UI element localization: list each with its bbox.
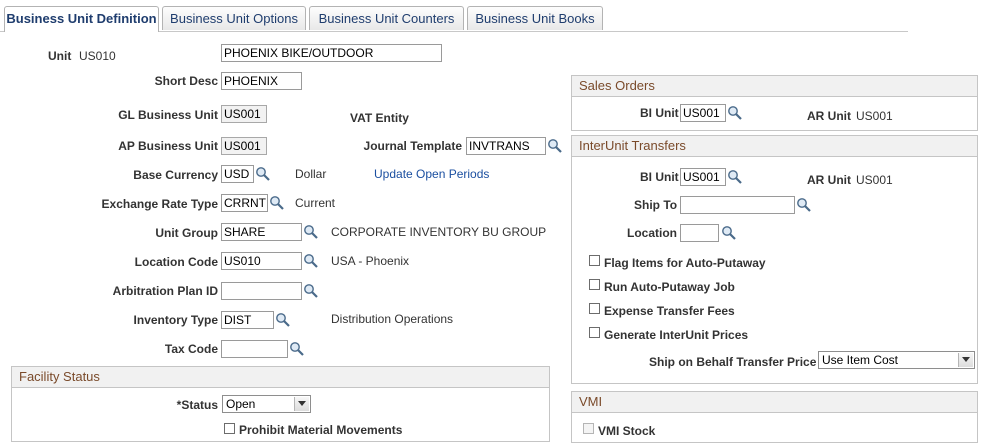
vmi-stock-checkbox[interactable] <box>583 423 594 434</box>
inventory-type-field[interactable]: DIST <box>221 311 274 329</box>
interunit-bi-unit-lookup-icon[interactable] <box>727 169 743 185</box>
prohibit-material-movements-checkbox[interactable] <box>224 423 235 434</box>
tab-business-unit-counters[interactable]: Business Unit Counters <box>309 6 464 30</box>
arbitration-plan-lookup-icon[interactable] <box>303 283 319 299</box>
base-currency-label: Base Currency <box>133 168 218 182</box>
exchange-rate-type-field[interactable]: CRRNT <box>221 194 268 212</box>
journal-template-label: Journal Template <box>363 139 462 153</box>
interunit-bi-unit-field[interactable]: US001 <box>680 168 726 186</box>
run-auto-putaway-job-checkbox[interactable] <box>589 279 600 290</box>
inventory-type-description: Distribution Operations <box>331 312 454 326</box>
flag-items-auto-putaway-checkbox[interactable] <box>589 255 600 266</box>
vmi-stock-label: VMI Stock <box>598 424 656 438</box>
ap-business-unit-label: AP Business Unit <box>118 139 218 153</box>
unit-group-description: CORPORATE INVENTORY BU GROUP <box>331 225 547 239</box>
gl-business-unit-label: GL Business Unit <box>118 108 218 122</box>
unit-value: US010 <box>79 49 116 63</box>
base-currency-field[interactable]: USD <box>221 165 254 183</box>
unit-label: Unit <box>48 49 72 63</box>
ship-behalf-transfer-price-value: Use Item Cost <box>822 353 899 367</box>
flag-items-auto-putaway-label: Flag Items for Auto-Putaway <box>604 256 766 270</box>
vmi-title: VMI <box>572 392 977 413</box>
sales-bi-unit-label: BI Unit <box>640 106 679 120</box>
interunit-transfers-title: InterUnit Transfers <box>572 136 977 157</box>
sales-orders-title: Sales Orders <box>572 76 977 97</box>
location-field[interactable] <box>680 224 719 242</box>
unit-group-label: Unit Group <box>155 226 218 240</box>
sales-bi-unit-lookup-icon[interactable] <box>727 105 743 121</box>
location-code-description: USA - Phoenix <box>331 254 410 268</box>
journal-template-lookup-icon[interactable] <box>547 138 563 154</box>
tax-code-field[interactable] <box>221 340 288 358</box>
inventory-type-lookup-icon[interactable] <box>275 312 291 328</box>
inventory-type-label: Inventory Type <box>133 313 218 327</box>
arbitration-plan-field[interactable] <box>221 282 302 300</box>
unit-description-field[interactable]: PHOENIX BIKE/OUTDOOR <box>221 44 442 62</box>
short-desc-field[interactable]: PHOENIX <box>221 72 302 90</box>
interunit-bi-unit-label: BI Unit <box>640 170 679 184</box>
facility-status-title: Facility Status <box>12 367 549 388</box>
base-currency-description: Dollar <box>295 167 327 181</box>
arbitration-plan-label: Arbitration Plan ID <box>112 284 218 298</box>
journal-template-field[interactable]: INVTRANS <box>466 137 546 155</box>
chevron-down-icon <box>294 397 309 411</box>
sales-ar-unit-value: US001 <box>856 109 893 123</box>
base-currency-lookup-icon[interactable] <box>255 166 271 182</box>
exchange-rate-type-lookup-icon[interactable] <box>269 195 285 211</box>
gl-business-unit-field: US001 <box>221 105 267 123</box>
location-code-label: Location Code <box>134 255 218 269</box>
ship-to-field[interactable] <box>680 196 795 214</box>
status-label: *Status <box>176 398 218 412</box>
vat-entity-label: VAT Entity <box>350 111 409 125</box>
run-auto-putaway-job-label: Run Auto-Putaway Job <box>604 280 735 294</box>
short-desc-label: Short Desc <box>154 74 218 88</box>
location-code-field[interactable]: US010 <box>221 252 302 270</box>
exchange-rate-type-description: Current <box>295 196 336 210</box>
ship-to-label: Ship To <box>634 198 678 212</box>
tab-business-unit-options[interactable]: Business Unit Options <box>162 6 306 30</box>
exchange-rate-type-label: Exchange Rate Type <box>101 197 218 211</box>
tax-code-label: Tax Code <box>164 342 218 356</box>
ship-to-lookup-icon[interactable] <box>796 197 812 213</box>
status-select[interactable]: Open <box>222 395 311 413</box>
expense-transfer-fees-label: Expense Transfer Fees <box>604 304 735 318</box>
unit-group-lookup-icon[interactable] <box>303 224 319 240</box>
generate-interunit-prices-checkbox[interactable] <box>589 327 600 338</box>
chevron-down-icon <box>958 353 973 367</box>
prohibit-material-movements-label: Prohibit Material Movements <box>239 423 403 437</box>
generate-interunit-prices-label: Generate InterUnit Prices <box>604 328 749 342</box>
unit-group-field[interactable]: SHARE <box>221 223 302 241</box>
tax-code-lookup-icon[interactable] <box>289 341 305 357</box>
location-code-lookup-icon[interactable] <box>303 253 319 269</box>
status-select-value: Open <box>226 397 256 411</box>
expense-transfer-fees-checkbox[interactable] <box>589 303 600 314</box>
ship-behalf-transfer-price-label: Ship on Behalf Transfer Price <box>649 355 817 369</box>
ap-business-unit-field: US001 <box>221 137 267 155</box>
location-label: Location <box>627 226 677 240</box>
tab-business-unit-books[interactable]: Business Unit Books <box>467 6 603 30</box>
location-lookup-icon[interactable] <box>721 225 737 241</box>
update-open-periods-link[interactable]: Update Open Periods <box>374 167 489 181</box>
sales-ar-unit-label: AR Unit <box>807 109 851 123</box>
tab-business-unit-definition[interactable]: Business Unit Definition <box>4 6 159 32</box>
ship-behalf-transfer-price-select[interactable]: Use Item Cost <box>818 351 975 369</box>
interunit-ar-unit-label: AR Unit <box>807 173 851 187</box>
sales-bi-unit-field[interactable]: US001 <box>680 104 726 122</box>
interunit-ar-unit-value: US001 <box>856 173 893 187</box>
sales-orders-group: Sales Orders <box>571 75 978 131</box>
